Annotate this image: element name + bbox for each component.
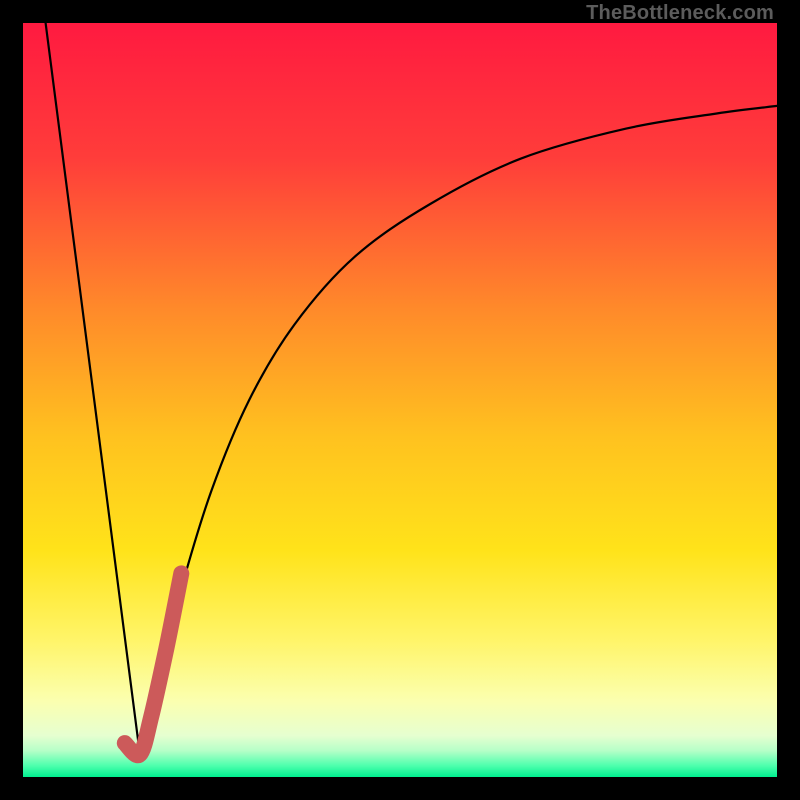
chart-svg [23, 23, 777, 777]
plot-area [23, 23, 777, 777]
watermark-text: TheBottleneck.com [586, 2, 774, 25]
gradient-background [23, 23, 777, 777]
chart-frame: TheBottleneck.com [0, 0, 800, 800]
